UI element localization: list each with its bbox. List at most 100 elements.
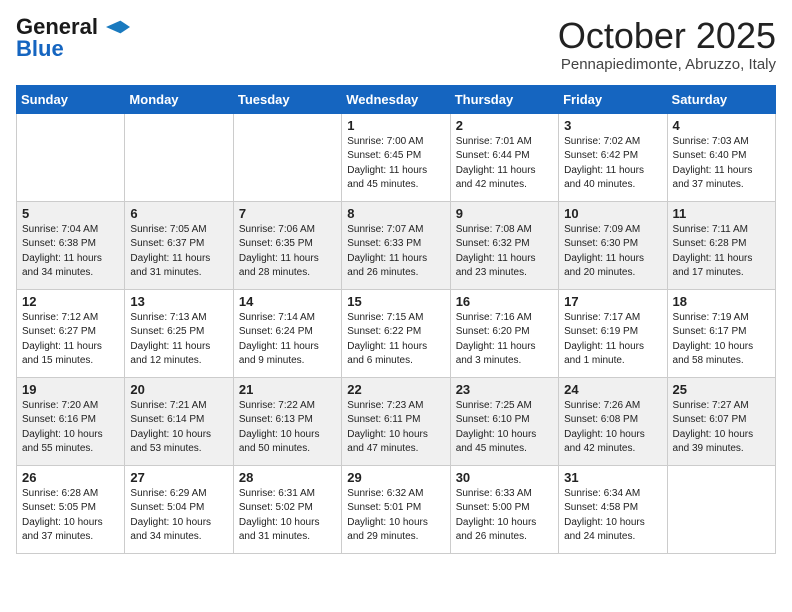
day-number: 10 <box>564 206 661 221</box>
col-wednesday: Wednesday <box>342 85 450 113</box>
page-header: General Blue October 2025 Pennapiedimont… <box>16 16 776 73</box>
calendar-cell: 9 Sunrise: 7:08 AMSunset: 6:32 PMDaylight… <box>450 201 558 289</box>
day-number: 30 <box>456 470 553 485</box>
cell-info: Sunrise: 7:22 AMSunset: 6:13 PMDaylight:… <box>239 399 336 457</box>
calendar-cell: 28 Sunrise: 6:31 AMSunset: 5:02 PMDayligh… <box>233 465 341 553</box>
cell-info: Sunrise: 6:34 AMSunset: 4:58 PMDaylight:… <box>564 487 661 545</box>
calendar-cell: 16 Sunrise: 7:16 AMSunset: 6:20 PMDayligh… <box>450 289 558 377</box>
day-number: 25 <box>673 382 770 397</box>
calendar-cell: 15 Sunrise: 7:15 AMSunset: 6:22 PMDayligh… <box>342 289 450 377</box>
day-number: 17 <box>564 294 661 309</box>
cell-info: Sunrise: 7:08 AMSunset: 6:32 PMDaylight:… <box>456 223 553 281</box>
logo: General Blue <box>16 16 130 60</box>
day-number: 11 <box>673 206 770 221</box>
cell-info: Sunrise: 7:13 AMSunset: 6:25 PMDaylight:… <box>130 311 227 369</box>
calendar-cell: 25 Sunrise: 7:27 AMSunset: 6:07 PMDayligh… <box>667 377 775 465</box>
cell-info: Sunrise: 7:12 AMSunset: 6:27 PMDaylight:… <box>22 311 119 369</box>
calendar-cell <box>233 113 341 201</box>
calendar-cell: 11 Sunrise: 7:11 AMSunset: 6:28 PMDayligh… <box>667 201 775 289</box>
day-number: 13 <box>130 294 227 309</box>
calendar-cell: 10 Sunrise: 7:09 AMSunset: 6:30 PMDayligh… <box>559 201 667 289</box>
cell-info: Sunrise: 7:02 AMSunset: 6:42 PMDaylight:… <box>564 135 661 193</box>
location-subtitle: Pennapiedimonte, Abruzzo, Italy <box>558 56 776 73</box>
calendar-cell: 4Sunrise: 7:03 AMSunset: 6:40 PMDaylight… <box>667 113 775 201</box>
cell-info: Sunrise: 6:31 AMSunset: 5:02 PMDaylight:… <box>239 487 336 545</box>
day-number: 5 <box>22 206 119 221</box>
calendar-cell: 12 Sunrise: 7:12 AMSunset: 6:27 PMDayligh… <box>17 289 125 377</box>
col-saturday: Saturday <box>667 85 775 113</box>
calendar-cell: 30 Sunrise: 6:33 AMSunset: 5:00 PMDayligh… <box>450 465 558 553</box>
day-number: 28 <box>239 470 336 485</box>
calendar-cell: 24 Sunrise: 7:26 AMSunset: 6:08 PMDayligh… <box>559 377 667 465</box>
calendar-cell: 17Sunrise: 7:17 AMSunset: 6:19 PMDayligh… <box>559 289 667 377</box>
calendar-week-row: 5 Sunrise: 7:04 AMSunset: 6:38 PMDaylight… <box>17 201 776 289</box>
col-tuesday: Tuesday <box>233 85 341 113</box>
day-number: 16 <box>456 294 553 309</box>
day-number: 24 <box>564 382 661 397</box>
calendar-cell: 2Sunrise: 7:01 AMSunset: 6:44 PMDaylight… <box>450 113 558 201</box>
col-thursday: Thursday <box>450 85 558 113</box>
day-number: 14 <box>239 294 336 309</box>
day-number: 20 <box>130 382 227 397</box>
cell-info: Sunrise: 7:23 AMSunset: 6:11 PMDaylight:… <box>347 399 444 457</box>
cell-info: Sunrise: 7:11 AMSunset: 6:28 PMDaylight:… <box>673 223 770 281</box>
day-number: 9 <box>456 206 553 221</box>
calendar-week-row: 12 Sunrise: 7:12 AMSunset: 6:27 PMDayligh… <box>17 289 776 377</box>
calendar-cell: 29Sunrise: 6:32 AMSunset: 5:01 PMDayligh… <box>342 465 450 553</box>
calendar-cell: 20 Sunrise: 7:21 AMSunset: 6:14 PMDayligh… <box>125 377 233 465</box>
day-number: 7 <box>239 206 336 221</box>
day-number: 29 <box>347 470 444 485</box>
calendar-cell <box>125 113 233 201</box>
cell-info: Sunrise: 7:16 AMSunset: 6:20 PMDaylight:… <box>456 311 553 369</box>
col-sunday: Sunday <box>17 85 125 113</box>
logo-text: General <box>16 16 130 38</box>
calendar-cell <box>667 465 775 553</box>
day-number: 22 <box>347 382 444 397</box>
calendar-cell: 7 Sunrise: 7:06 AMSunset: 6:35 PMDaylight… <box>233 201 341 289</box>
cell-info: Sunrise: 7:21 AMSunset: 6:14 PMDaylight:… <box>130 399 227 457</box>
calendar-cell: 19Sunrise: 7:20 AMSunset: 6:16 PMDayligh… <box>17 377 125 465</box>
cell-info: Sunrise: 7:04 AMSunset: 6:38 PMDaylight:… <box>22 223 119 281</box>
day-number: 21 <box>239 382 336 397</box>
logo-arrow-icon <box>106 20 130 34</box>
cell-info: Sunrise: 6:29 AMSunset: 5:04 PMDaylight:… <box>130 487 227 545</box>
cell-info: Sunrise: 7:00 AMSunset: 6:45 PMDaylight:… <box>347 135 444 193</box>
day-number: 19 <box>22 382 119 397</box>
calendar-cell <box>17 113 125 201</box>
calendar-cell: 18Sunrise: 7:19 AMSunset: 6:17 PMDayligh… <box>667 289 775 377</box>
calendar-cell: 26Sunrise: 6:28 AMSunset: 5:05 PMDayligh… <box>17 465 125 553</box>
calendar-cell: 22 Sunrise: 7:23 AMSunset: 6:11 PMDayligh… <box>342 377 450 465</box>
cell-info: Sunrise: 6:33 AMSunset: 5:00 PMDaylight:… <box>456 487 553 545</box>
day-number: 12 <box>22 294 119 309</box>
day-number: 18 <box>673 294 770 309</box>
calendar-cell: 6Sunrise: 7:05 AMSunset: 6:37 PMDaylight… <box>125 201 233 289</box>
day-number: 31 <box>564 470 661 485</box>
day-number: 1 <box>347 118 444 133</box>
calendar-cell: 23Sunrise: 7:25 AMSunset: 6:10 PMDayligh… <box>450 377 558 465</box>
calendar-cell: 1 Sunrise: 7:00 AMSunset: 6:45 PMDaylight… <box>342 113 450 201</box>
day-number: 27 <box>130 470 227 485</box>
cell-info: Sunrise: 7:14 AMSunset: 6:24 PMDaylight:… <box>239 311 336 369</box>
calendar-cell: 21 Sunrise: 7:22 AMSunset: 6:13 PMDayligh… <box>233 377 341 465</box>
calendar-cell: 13 Sunrise: 7:13 AMSunset: 6:25 PMDayligh… <box>125 289 233 377</box>
cell-info: Sunrise: 7:09 AMSunset: 6:30 PMDaylight:… <box>564 223 661 281</box>
day-number: 15 <box>347 294 444 309</box>
calendar-cell: 8Sunrise: 7:07 AMSunset: 6:33 PMDaylight… <box>342 201 450 289</box>
cell-info: Sunrise: 7:05 AMSunset: 6:37 PMDaylight:… <box>130 223 227 281</box>
calendar-cell: 3 Sunrise: 7:02 AMSunset: 6:42 PMDaylight… <box>559 113 667 201</box>
header-row: Sunday Monday Tuesday Wednesday Thursday… <box>17 85 776 113</box>
cell-info: Sunrise: 7:07 AMSunset: 6:33 PMDaylight:… <box>347 223 444 281</box>
calendar-week-row: 1 Sunrise: 7:00 AMSunset: 6:45 PMDaylight… <box>17 113 776 201</box>
cell-info: Sunrise: 7:06 AMSunset: 6:35 PMDaylight:… <box>239 223 336 281</box>
day-number: 26 <box>22 470 119 485</box>
cell-info: Sunrise: 7:26 AMSunset: 6:08 PMDaylight:… <box>564 399 661 457</box>
cell-info: Sunrise: 7:27 AMSunset: 6:07 PMDaylight:… <box>673 399 770 457</box>
day-number: 3 <box>564 118 661 133</box>
logo-blue: Blue <box>16 38 64 60</box>
calendar-week-row: 19Sunrise: 7:20 AMSunset: 6:16 PMDayligh… <box>17 377 776 465</box>
cell-info: Sunrise: 7:15 AMSunset: 6:22 PMDaylight:… <box>347 311 444 369</box>
month-title: October 2025 <box>558 16 776 56</box>
calendar-cell: 27 Sunrise: 6:29 AMSunset: 5:04 PMDayligh… <box>125 465 233 553</box>
col-friday: Friday <box>559 85 667 113</box>
calendar-cell: 31 Sunrise: 6:34 AMSunset: 4:58 PMDayligh… <box>559 465 667 553</box>
